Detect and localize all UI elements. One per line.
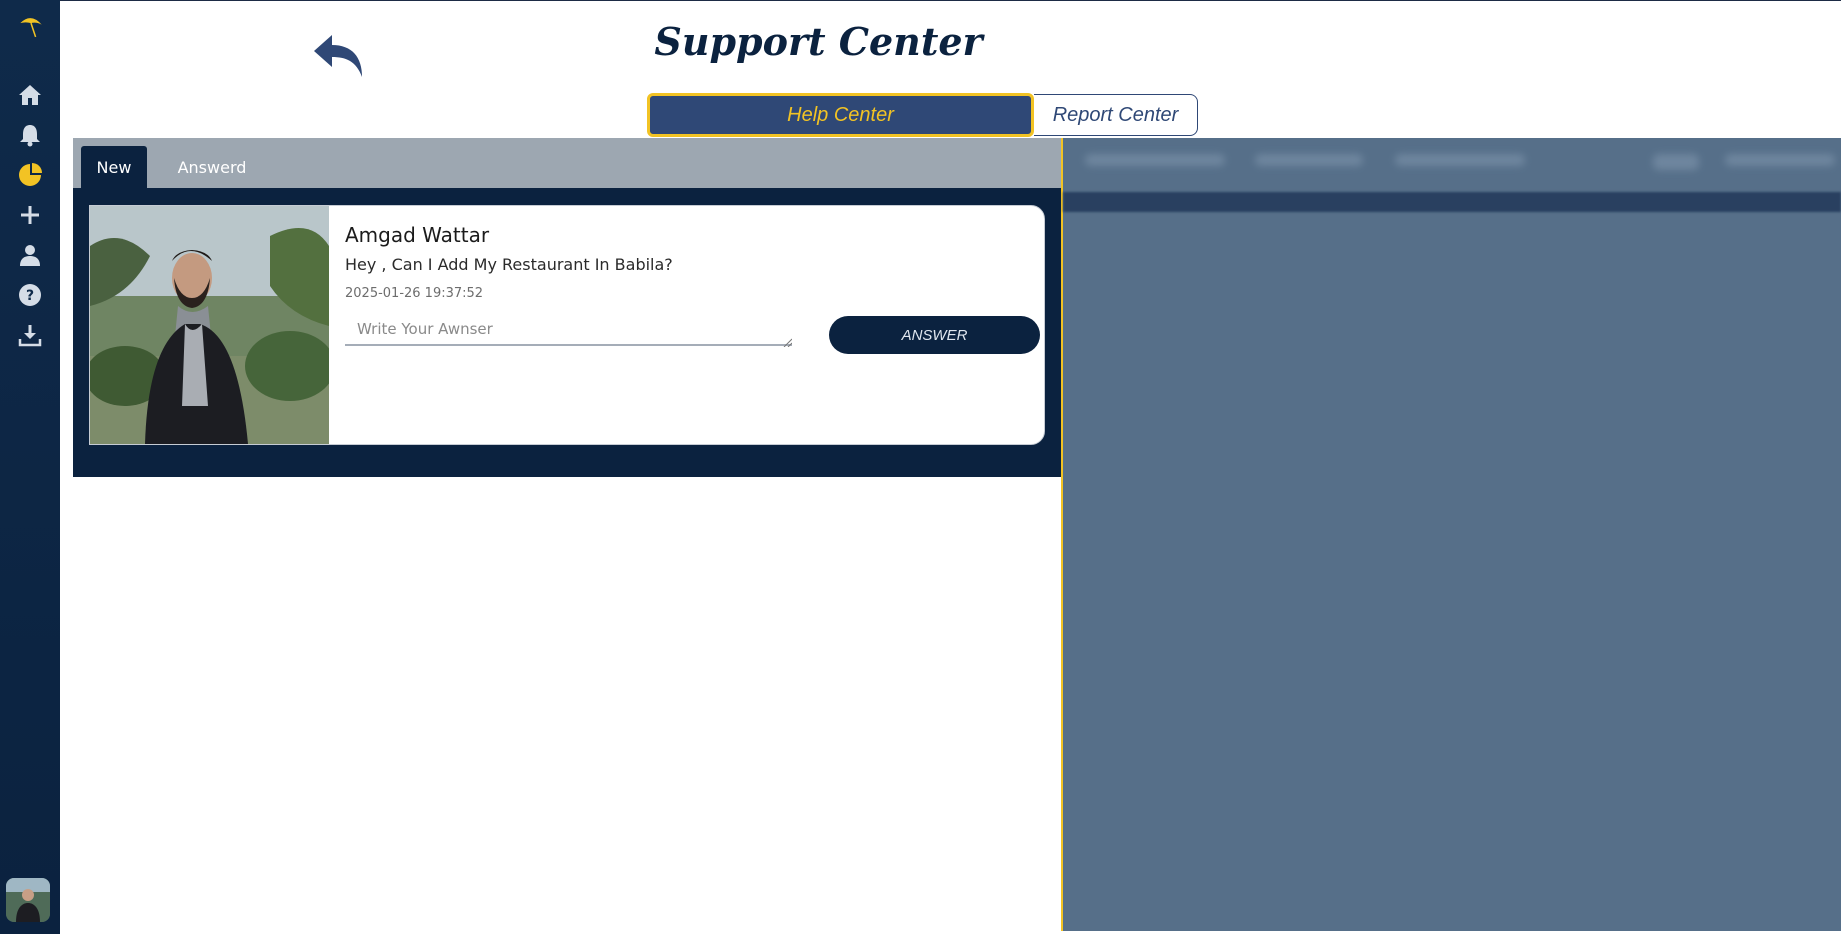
ticket-message: Hey , Can I Add My Restaurant In Babila?: [345, 255, 673, 274]
tab-answered[interactable]: Answerd: [157, 146, 267, 188]
avatar[interactable]: [6, 878, 50, 922]
help-icon[interactable]: ?: [16, 281, 44, 309]
ticket-card: Amgad Wattar Hey , Can I Add My Restaura…: [89, 205, 1045, 445]
page-title: Support Center: [654, 19, 983, 64]
pie-chart-icon[interactable]: [16, 161, 44, 189]
blurred-tab: [1255, 154, 1363, 166]
answer-button[interactable]: ANSWER: [829, 316, 1040, 354]
download-icon[interactable]: [16, 321, 44, 349]
user-photo: [90, 206, 329, 444]
user-icon[interactable]: [16, 241, 44, 269]
center-switch: Help Center Report Center: [647, 93, 1200, 137]
answer-input[interactable]: [345, 314, 792, 346]
ticket-timestamp: 2025-01-26 19:37:52: [345, 286, 484, 301]
report-center-button[interactable]: Report Center: [1034, 94, 1198, 136]
sidebar: ?: [0, 0, 60, 934]
blurred-toggle: [1653, 154, 1699, 170]
main-content: Support Center Help Center Report Center…: [60, 0, 1841, 934]
resize-handle-icon[interactable]: [782, 337, 792, 347]
svg-text:?: ?: [26, 288, 34, 304]
help-panel: New Answerd Amgad Wattar Hey , Can I Add…: [73, 138, 1061, 477]
blurred-label: [1725, 154, 1835, 166]
home-icon[interactable]: [16, 81, 44, 109]
ticket-user-name: Amgad Wattar: [345, 223, 490, 247]
tab-bar: New Answerd: [73, 138, 1061, 188]
tab-new[interactable]: New: [81, 146, 147, 188]
blurred-tab: [1395, 154, 1525, 166]
report-panel-overlay: [1063, 138, 1841, 931]
blurred-bar: [1063, 192, 1841, 212]
help-center-button[interactable]: Help Center: [647, 93, 1034, 137]
bell-icon[interactable]: [16, 121, 44, 149]
umbrella-logo[interactable]: [14, 10, 48, 44]
blurred-tab: [1085, 154, 1225, 166]
plus-icon[interactable]: [16, 201, 44, 229]
